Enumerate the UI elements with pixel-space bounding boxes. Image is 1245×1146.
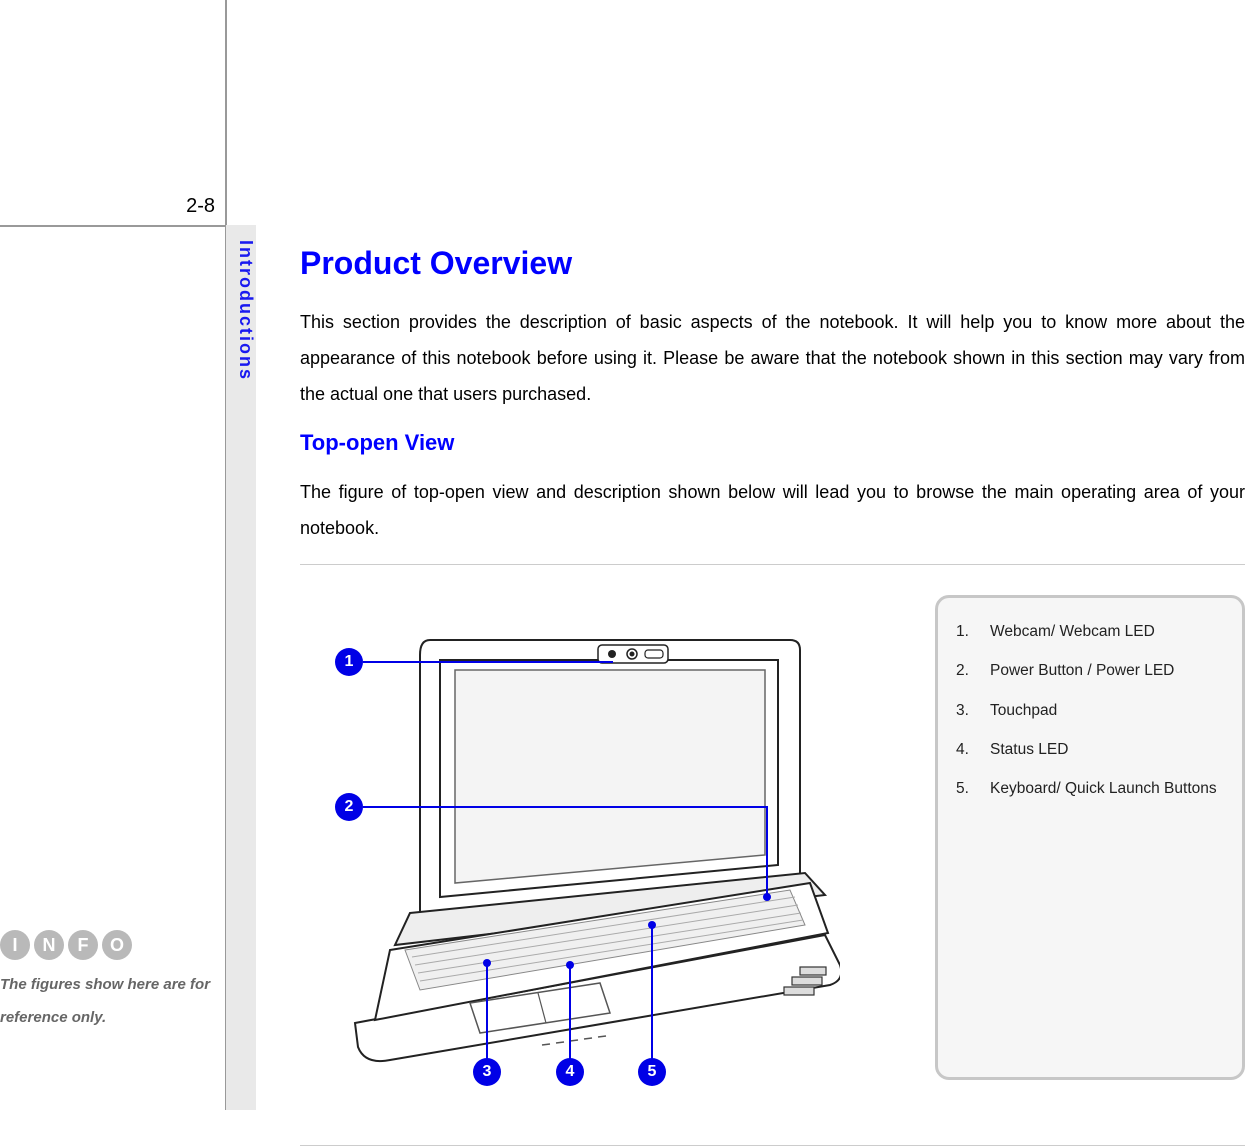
page-number: 2-8 [0,195,215,218]
callout-badge-4: 4 [556,1058,584,1086]
page-number-rule [0,225,225,227]
legend-text: Status LED [990,741,1068,758]
callout-line [766,806,768,896]
info-letter: F [68,930,98,960]
legend-number: 2. [956,659,969,682]
document-page: 2-8 Introductions I N F O The figures sh… [0,0,1245,1136]
callout-badge-1: 1 [335,648,363,676]
heading-product-overview: Product Overview [300,245,1245,282]
legend-text: Touchpad [990,702,1057,719]
divider [300,564,1245,565]
callout-line [486,963,488,1063]
legend-text: Keyboard/ Quick Launch Buttons [990,780,1217,797]
main-content: Product Overview This section provides t… [300,245,1245,1146]
info-letter: N [34,930,64,960]
info-note: The figures show here are for reference … [0,968,255,1034]
callout-badge-5: 5 [638,1058,666,1086]
callout-badge-3: 3 [473,1058,501,1086]
callout-dot [763,893,771,901]
subheading-top-open-view: Top-open View [300,430,1245,456]
callout-line [363,661,613,663]
legend-text: Webcam/ Webcam LED [990,623,1155,640]
callout-line [363,806,768,808]
callout-badge-2: 2 [335,793,363,821]
figure-wrapper: 1 2 3 4 5 1. Webcam/ Webcam LED 2. Power B… [300,595,1245,1115]
chapter-label: Introductions [226,240,256,381]
info-badge-icon: I N F O [0,930,135,960]
legend-number: 3. [956,699,969,722]
legend-box: 1. Webcam/ Webcam LED 2. Power Button / Po… [935,595,1245,1080]
legend-item: 3. Touchpad [956,699,1224,722]
info-letter: O [102,930,132,960]
intro-paragraph: This section provides the description of… [300,304,1245,412]
callout-line [651,925,653,1063]
legend-text: Power Button / Power LED [990,662,1174,679]
callout-dot [483,959,491,967]
legend-item: 2. Power Button / Power LED [956,659,1224,682]
legend-item: 1. Webcam/ Webcam LED [956,620,1224,643]
callout-dot [566,961,574,969]
legend-number: 5. [956,777,969,800]
sub-intro-paragraph: The figure of top-open view and descript… [300,474,1245,546]
legend-number: 4. [956,738,969,761]
info-letter: I [0,930,30,960]
callout-dot [648,921,656,929]
legend-item: 4. Status LED [956,738,1224,761]
legend-item: 5. Keyboard/ Quick Launch Buttons [956,777,1224,800]
callout-line [569,965,571,1063]
legend-number: 1. [956,620,969,643]
